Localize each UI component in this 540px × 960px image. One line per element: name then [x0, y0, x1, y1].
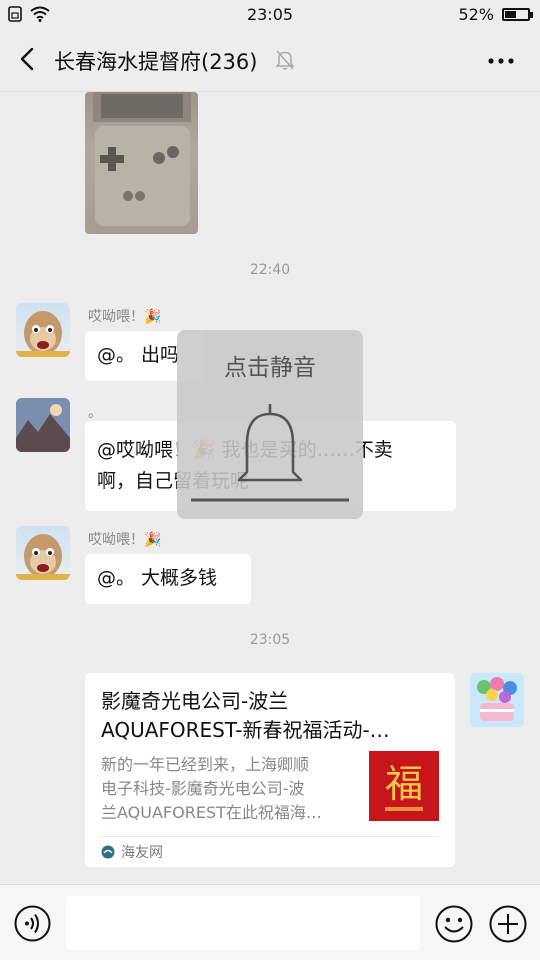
link-desc-line: 电子科技-影魔奇光电公司-波 — [101, 779, 305, 798]
source-name: 海友网 — [121, 845, 163, 861]
sender-name: 。 — [88, 405, 102, 421]
gameboy-photo — [93, 92, 191, 226]
avatar[interactable] — [16, 526, 70, 580]
photo-message[interactable] — [85, 92, 198, 234]
sender-name: 哎呦喂！🎉 — [88, 532, 162, 548]
monkey-avatar-image — [16, 311, 70, 357]
link-title: 影魔奇光电公司-波兰 — [101, 689, 289, 713]
plus-icon[interactable] — [489, 905, 527, 943]
chat-title: 长春海水提督府(236) — [54, 50, 258, 74]
bell-icon — [191, 404, 349, 502]
self-avatar[interactable] — [470, 673, 524, 727]
timestamp: 22:40 — [249, 262, 291, 278]
emoji-icon[interactable] — [435, 905, 473, 943]
avatar[interactable] — [16, 303, 70, 357]
link-desc-line: 新的一年已经到来，上海卿顺 — [101, 755, 310, 774]
link-thumbnail: 福 — [369, 751, 439, 821]
battery-icon — [502, 8, 533, 21]
cake-avatar-image — [470, 673, 524, 727]
sender-name: 哎呦喂！🎉 — [88, 309, 162, 325]
message-bubble[interactable]: @。 大概多钱 — [85, 554, 251, 604]
battery-fill — [505, 11, 516, 18]
timestamp: 23:05 — [249, 632, 291, 648]
monkey-avatar-image — [16, 534, 70, 580]
link-title: AQUAFOREST-新春祝福活动-… — [101, 718, 390, 742]
mute-bell-icon — [275, 50, 295, 70]
link-divider — [101, 836, 439, 837]
avatar[interactable] — [16, 398, 70, 452]
battery-percent: 52% — [458, 5, 494, 24]
back-arrow-icon[interactable] — [14, 44, 44, 74]
message-text: @。 出吗 — [97, 344, 180, 366]
link-description: 新的一年已经到来，上海卿顺 电子科技-影魔奇光电公司-波 兰AQUAFOREST… — [101, 753, 353, 825]
link-source: 海友网 — [101, 842, 163, 862]
mute-toast[interactable]: 点击静音 — [177, 330, 363, 519]
input-bar — [0, 884, 540, 960]
thumbnail-char: 福 — [385, 762, 423, 806]
message-text: @。 大概多钱 — [97, 567, 218, 589]
status-bar: 23:05 52% — [0, 0, 540, 30]
link-desc-line: 兰AQUAFOREST在此祝福海… — [101, 803, 322, 822]
message-input[interactable] — [66, 896, 420, 950]
voice-icon[interactable] — [14, 905, 51, 942]
fu-thumbnail-image: 福 — [369, 751, 439, 821]
source-logo-icon — [101, 845, 115, 859]
status-right: 52% — [458, 5, 533, 24]
mute-toast-text: 点击静音 — [224, 355, 316, 381]
link-card[interactable]: 影魔奇光电公司-波兰 AQUAFOREST-新春祝福活动-… 新的一年已经到来，… — [85, 673, 455, 867]
chat-header: 长春海水提督府(236) — [0, 30, 540, 92]
more-dots-icon[interactable] — [488, 58, 514, 64]
landscape-avatar-image — [16, 398, 70, 452]
